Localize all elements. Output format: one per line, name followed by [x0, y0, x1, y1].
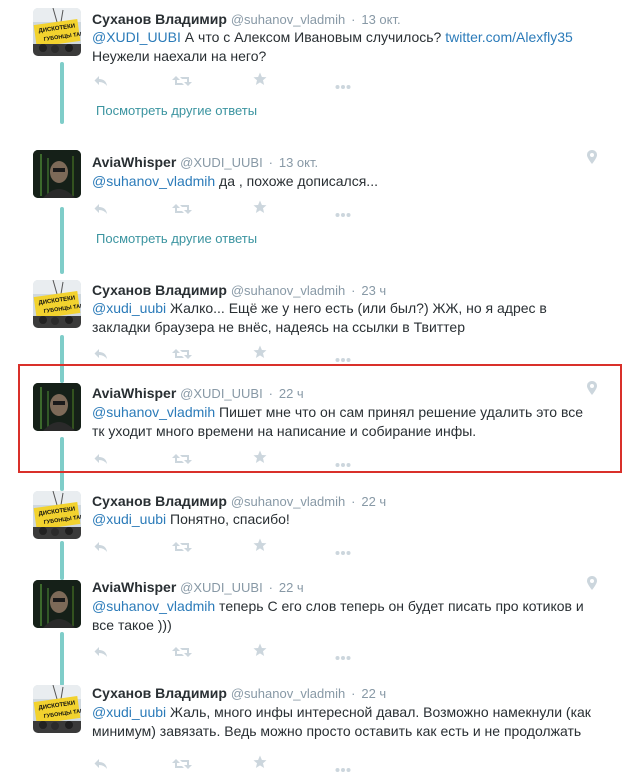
favorite-icon[interactable]: [253, 200, 267, 219]
more-icon[interactable]: [335, 760, 351, 774]
author-handle[interactable]: @suhanov_vladmih: [231, 494, 345, 509]
mention-link[interactable]: @xudi_uubi: [92, 511, 166, 527]
geo-pin-icon[interactable]: [587, 576, 597, 595]
more-icon[interactable]: [335, 543, 351, 561]
more-icon[interactable]: [335, 205, 351, 223]
avatar[interactable]: [33, 580, 81, 628]
tweet-text: @xudi_uubi Жаль, много инфы интересной д…: [92, 703, 592, 741]
tweet-header: Суханов Владимир @suhanov_vladmih · 13 о…: [92, 10, 401, 29]
favorite-icon[interactable]: [253, 755, 267, 774]
author-name[interactable]: Суханов Владимир: [92, 493, 227, 509]
avatar[interactable]: ДИСКОТЕКИ ГУБОНЦЫ ТАК: [33, 280, 81, 328]
separator: ·: [268, 580, 273, 595]
separator: ·: [268, 155, 273, 170]
tweet-text: @xudi_uubi Жалко... Ещё же у него есть (…: [92, 299, 592, 337]
tweet-header: AviaWhisper @XUDI_UUBI · 13 окт.: [92, 153, 318, 172]
tweet-body-line2: все такое ))): [92, 617, 172, 633]
reply-icon[interactable]: [94, 347, 108, 365]
separator: ·: [351, 686, 356, 701]
retweet-icon[interactable]: [172, 645, 192, 663]
thread-line: [60, 632, 64, 686]
mention-link[interactable]: @suhanov_vladmih: [92, 173, 215, 189]
tweet-body: А что с Алексом Ивановым случилось?: [180, 29, 446, 45]
timestamp[interactable]: 13 окт.: [361, 12, 400, 27]
reply-icon[interactable]: [94, 645, 108, 663]
more-icon[interactable]: [335, 648, 351, 666]
separator: ·: [351, 12, 356, 27]
tweet-body: теперь С его слов теперь он будет писать…: [215, 598, 584, 614]
tweet-body-line2: минимум) завязать. Ведь можно просто ост…: [92, 723, 582, 739]
tweet-header: AviaWhisper @XUDI_UUBI · 22 ч: [92, 578, 304, 597]
more-icon[interactable]: [335, 77, 351, 95]
retweet-icon[interactable]: [172, 74, 192, 92]
thread-line: [60, 541, 64, 580]
reply-icon[interactable]: [94, 202, 108, 220]
tweet-body: да , похоже дописался...: [215, 173, 378, 189]
avatar[interactable]: ДИСКОТЕКИ ГУБОНЦЫ ТАК: [33, 491, 81, 539]
thread-line: [60, 62, 64, 124]
tweet-header: Суханов Владимир @suhanov_vladmih · 22 ч: [92, 492, 386, 511]
tweet-header: Суханов Владимир @suhanov_vladmih · 22 ч: [92, 684, 386, 703]
mention-link[interactable]: @suhanov_vladmih: [92, 598, 215, 614]
mention-link[interactable]: @XUDI_UUBI: [92, 29, 181, 45]
view-more-replies-link[interactable]: Посмотреть другие ответы: [96, 103, 257, 118]
retweet-icon[interactable]: [172, 202, 192, 220]
author-name[interactable]: Суханов Владимир: [92, 11, 227, 27]
timestamp[interactable]: 22 ч: [361, 494, 386, 509]
retweet-icon[interactable]: [172, 540, 192, 558]
tweet-text: @suhanov_vladmih теперь С его слов тепер…: [92, 597, 592, 635]
avatar[interactable]: ДИСКОТЕКИ ГУБОНЦЫ ТАК: [33, 685, 81, 733]
author-name[interactable]: Суханов Владимир: [92, 282, 227, 298]
separator: ·: [351, 494, 356, 509]
author-handle[interactable]: @suhanov_vladmih: [231, 283, 345, 298]
favorite-icon[interactable]: [253, 345, 267, 364]
author-name[interactable]: AviaWhisper: [92, 579, 176, 595]
timestamp[interactable]: 22 ч: [361, 686, 386, 701]
retweet-icon[interactable]: [172, 757, 192, 774]
tweet-text: @XUDI_UUBI А что с Алексом Ивановым случ…: [92, 28, 592, 66]
tweet-body-line2: закладки браузера не внёс, надеясь на сс…: [92, 319, 466, 335]
tweet-body: Жаль, много инфы интересной давал. Возмо…: [166, 704, 591, 720]
tweet-header: Суханов Владимир @suhanov_vladmih · 23 ч: [92, 281, 386, 300]
view-more-replies-link[interactable]: Посмотреть другие ответы: [96, 231, 257, 246]
author-handle[interactable]: @suhanov_vladmih: [231, 12, 345, 27]
highlight-box: [18, 364, 622, 473]
mention-link[interactable]: @xudi_uubi: [92, 704, 166, 720]
author-handle[interactable]: @XUDI_UUBI: [180, 155, 263, 170]
tweet-text: @xudi_uubi Понятно, спасибо!: [92, 510, 592, 529]
tweet-text: @suhanov_vladmih да , похоже дописался..…: [92, 172, 592, 191]
reply-icon[interactable]: [94, 540, 108, 558]
tweet-body-line2: Неужели наехали на него?: [92, 48, 267, 64]
separator: ·: [351, 283, 356, 298]
avatar[interactable]: [33, 150, 81, 198]
favorite-icon[interactable]: [253, 643, 267, 662]
thread-line: [60, 207, 64, 274]
timestamp[interactable]: 23 ч: [361, 283, 386, 298]
geo-pin-icon[interactable]: [587, 150, 597, 169]
avatar[interactable]: ДИСКОТЕКИ ГУБОНЦЫ ТАК: [33, 8, 81, 56]
reply-icon[interactable]: [94, 757, 108, 774]
favorite-icon[interactable]: [253, 72, 267, 91]
author-handle[interactable]: @suhanov_vladmih: [231, 686, 345, 701]
reply-icon[interactable]: [94, 74, 108, 92]
author-name[interactable]: AviaWhisper: [92, 154, 176, 170]
author-handle[interactable]: @XUDI_UUBI: [180, 580, 263, 595]
retweet-icon[interactable]: [172, 347, 192, 365]
tweet-body: Понятно, спасибо!: [166, 511, 290, 527]
timestamp[interactable]: 22 ч: [279, 580, 304, 595]
tweet-body: Жалко... Ещё же у него есть (или был?) Ж…: [166, 300, 547, 316]
favorite-icon[interactable]: [253, 538, 267, 557]
url-link[interactable]: twitter.com/Alexfly35: [445, 29, 573, 45]
timestamp[interactable]: 13 окт.: [279, 155, 318, 170]
mention-link[interactable]: @xudi_uubi: [92, 300, 166, 316]
author-name[interactable]: Суханов Владимир: [92, 685, 227, 701]
